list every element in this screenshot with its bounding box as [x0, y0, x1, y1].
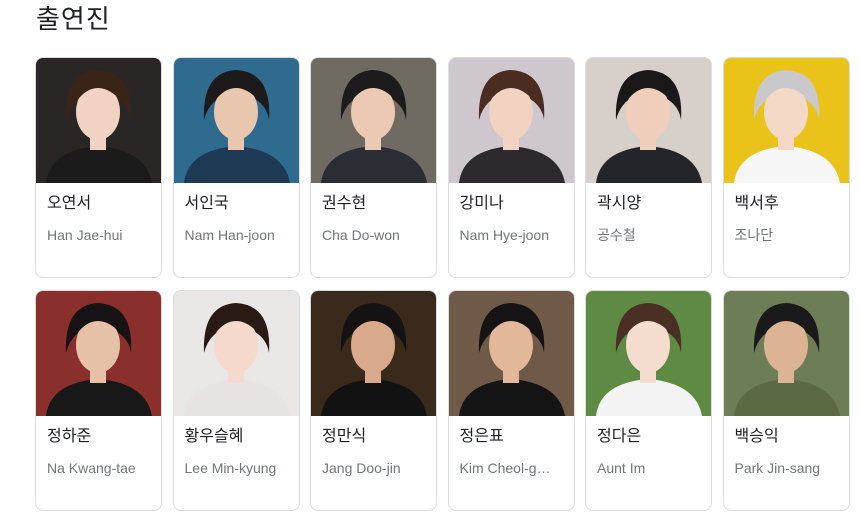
portrait-illustration: [311, 291, 436, 416]
actor-name: 정하준: [47, 426, 92, 445]
actor-name: 오연서: [47, 193, 92, 212]
character-name: 공수철: [597, 227, 636, 243]
actor-photo[interactable]: [586, 58, 711, 183]
actor-photo[interactable]: [311, 58, 436, 183]
actor-photo[interactable]: [36, 291, 161, 416]
portrait-illustration: [311, 58, 436, 183]
section-title: 출연진: [36, 5, 111, 35]
cast-card[interactable]: 백승익 Park Jin-sang: [722, 290, 850, 511]
actor-photo[interactable]: [723, 291, 849, 416]
actor-name: 황우슬혜: [184, 426, 244, 445]
actor-photo[interactable]: [723, 58, 849, 183]
cast-card[interactable]: 정하준 Na Kwang-tae: [35, 290, 162, 511]
actor-photo[interactable]: [173, 291, 299, 416]
actor-photo[interactable]: [36, 58, 161, 183]
cast-grid: 오연서 Han Jae-hui 서인국 Nam Han-joon 권수현 Cha Do-w…: [35, 57, 850, 511]
cast-card[interactable]: 강미나 Nam Hye-joon: [447, 57, 575, 278]
portrait-illustration: [173, 58, 299, 183]
actor-photo[interactable]: [448, 58, 574, 183]
actor-name: 권수현: [322, 193, 367, 212]
actor-photo[interactable]: [586, 291, 711, 416]
cast-panel: 출연진 오연서 Han Jae-hui 서인국 Nam Han-joon 권수현 Cha …: [0, 0, 860, 520]
cast-card[interactable]: 오연서 Han Jae-hui: [35, 57, 162, 278]
character-name: Lee Min-kyung: [184, 460, 277, 476]
actor-name: 정은표: [459, 426, 504, 445]
actor-name: 백서후: [734, 193, 779, 212]
portrait-illustration: [586, 291, 711, 416]
actor-name: 정만식: [322, 426, 367, 445]
portrait-illustration: [723, 58, 849, 183]
character-name: Na Kwang-tae: [47, 460, 136, 476]
actor-name: 정다은: [597, 426, 642, 445]
portrait-illustration: [586, 58, 711, 183]
character-name: Aunt Im: [597, 460, 646, 476]
cast-card[interactable]: 서인국 Nam Han-joon: [172, 57, 300, 278]
character-name: Nam Hye-joon: [459, 227, 549, 243]
portrait-illustration: [173, 291, 299, 416]
actor-name: 강미나: [459, 193, 504, 212]
cast-card[interactable]: 정다은 Aunt Im: [585, 290, 712, 511]
actor-name: 곽시양: [597, 193, 642, 212]
character-name: Jang Doo-jin: [322, 460, 401, 476]
cast-card[interactable]: 정만식 Jang Doo-jin: [310, 290, 437, 511]
character-name: Park Jin-sang: [734, 460, 821, 476]
portrait-illustration: [36, 58, 161, 183]
character-name: Han Jae-hui: [47, 227, 123, 243]
cast-card[interactable]: 곽시양공수철: [585, 57, 712, 278]
character-name: Kim Cheol-g…: [459, 460, 551, 476]
actor-photo[interactable]: [311, 291, 436, 416]
portrait-illustration: [36, 291, 161, 416]
cast-card[interactable]: 백서후조나단: [722, 57, 850, 278]
actor-name: 백승익: [734, 426, 779, 445]
character-name: 조나단: [734, 227, 774, 243]
portrait-illustration: [723, 291, 849, 416]
cast-card[interactable]: 정은표 Kim Cheol-g…: [447, 290, 575, 511]
actor-name: 서인국: [184, 193, 229, 212]
portrait-illustration: [448, 58, 574, 183]
actor-photo[interactable]: [448, 291, 574, 416]
cast-card[interactable]: 권수현 Cha Do-won: [310, 57, 437, 278]
character-name: Cha Do-won: [322, 227, 400, 243]
portrait-illustration: [448, 291, 574, 416]
cast-card[interactable]: 황우슬혜 Lee Min-kyung: [172, 290, 300, 511]
character-name: Nam Han-joon: [184, 227, 275, 243]
actor-photo[interactable]: [173, 58, 299, 183]
